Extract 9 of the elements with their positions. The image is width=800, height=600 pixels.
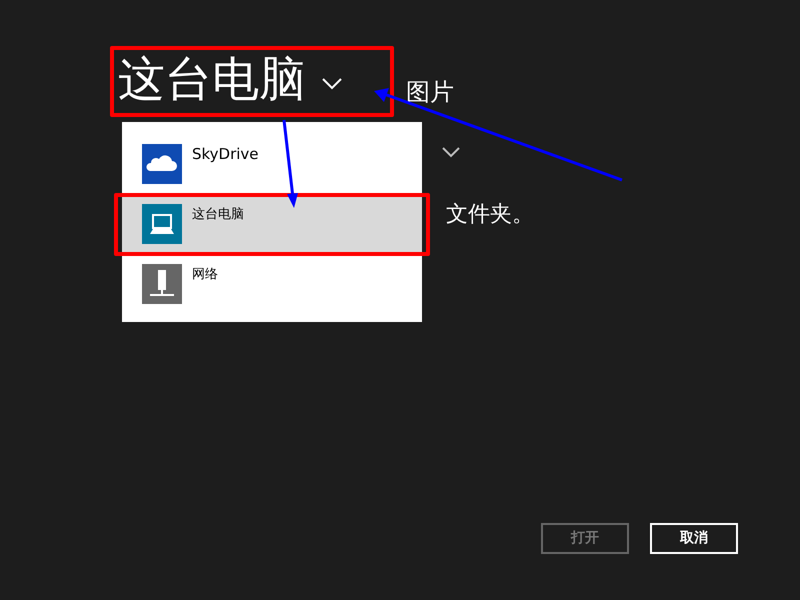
cancel-button[interactable]: 取消 — [650, 523, 738, 554]
subfolder-label[interactable]: 图片 — [406, 74, 454, 110]
laptop-icon — [142, 204, 182, 244]
chevron-down-icon[interactable] — [442, 147, 460, 158]
empty-message: 文件夹。 — [446, 201, 534, 229]
cloud-icon — [142, 144, 182, 184]
server-icon — [142, 264, 182, 304]
location-title[interactable]: 这台电脑 — [118, 48, 306, 112]
dropdown-item[interactable]: 这台电脑 — [122, 195, 422, 255]
